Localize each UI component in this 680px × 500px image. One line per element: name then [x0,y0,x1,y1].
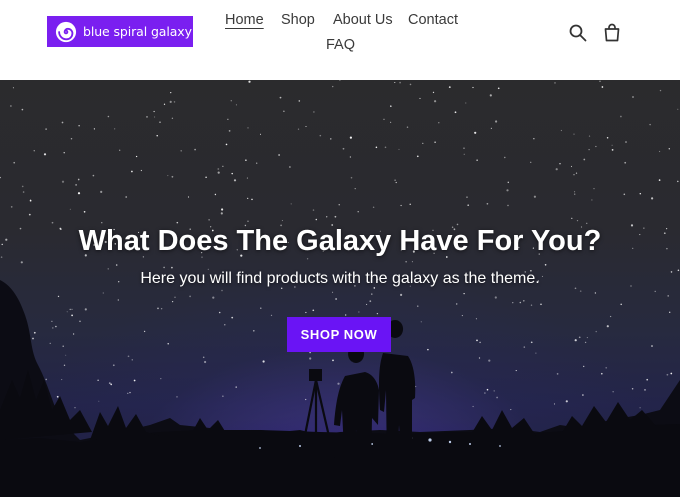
site-header: blue spiral galaxy Home Shop About Us Co… [0,0,680,80]
search-icon[interactable] [569,24,587,47]
cart-icon[interactable] [603,23,621,47]
nav-link-shop[interactable]: Shop [281,12,315,28]
nav-link-faq[interactable]: FAQ [326,37,355,53]
nav-link-about-us[interactable]: About Us [333,12,393,28]
hero-title: What Does The Galaxy Have For You? [78,225,602,257]
hero-banner: What Does The Galaxy Have For You? Here … [0,80,680,497]
hero-subtitle: Here you will find products with the gal… [140,270,540,287]
shop-now-button[interactable]: SHOP NOW [287,317,391,352]
nav-link-home[interactable]: Home [225,12,264,28]
nav-link-contact[interactable]: Contact [408,12,458,28]
hero-silhouettes [0,280,680,497]
